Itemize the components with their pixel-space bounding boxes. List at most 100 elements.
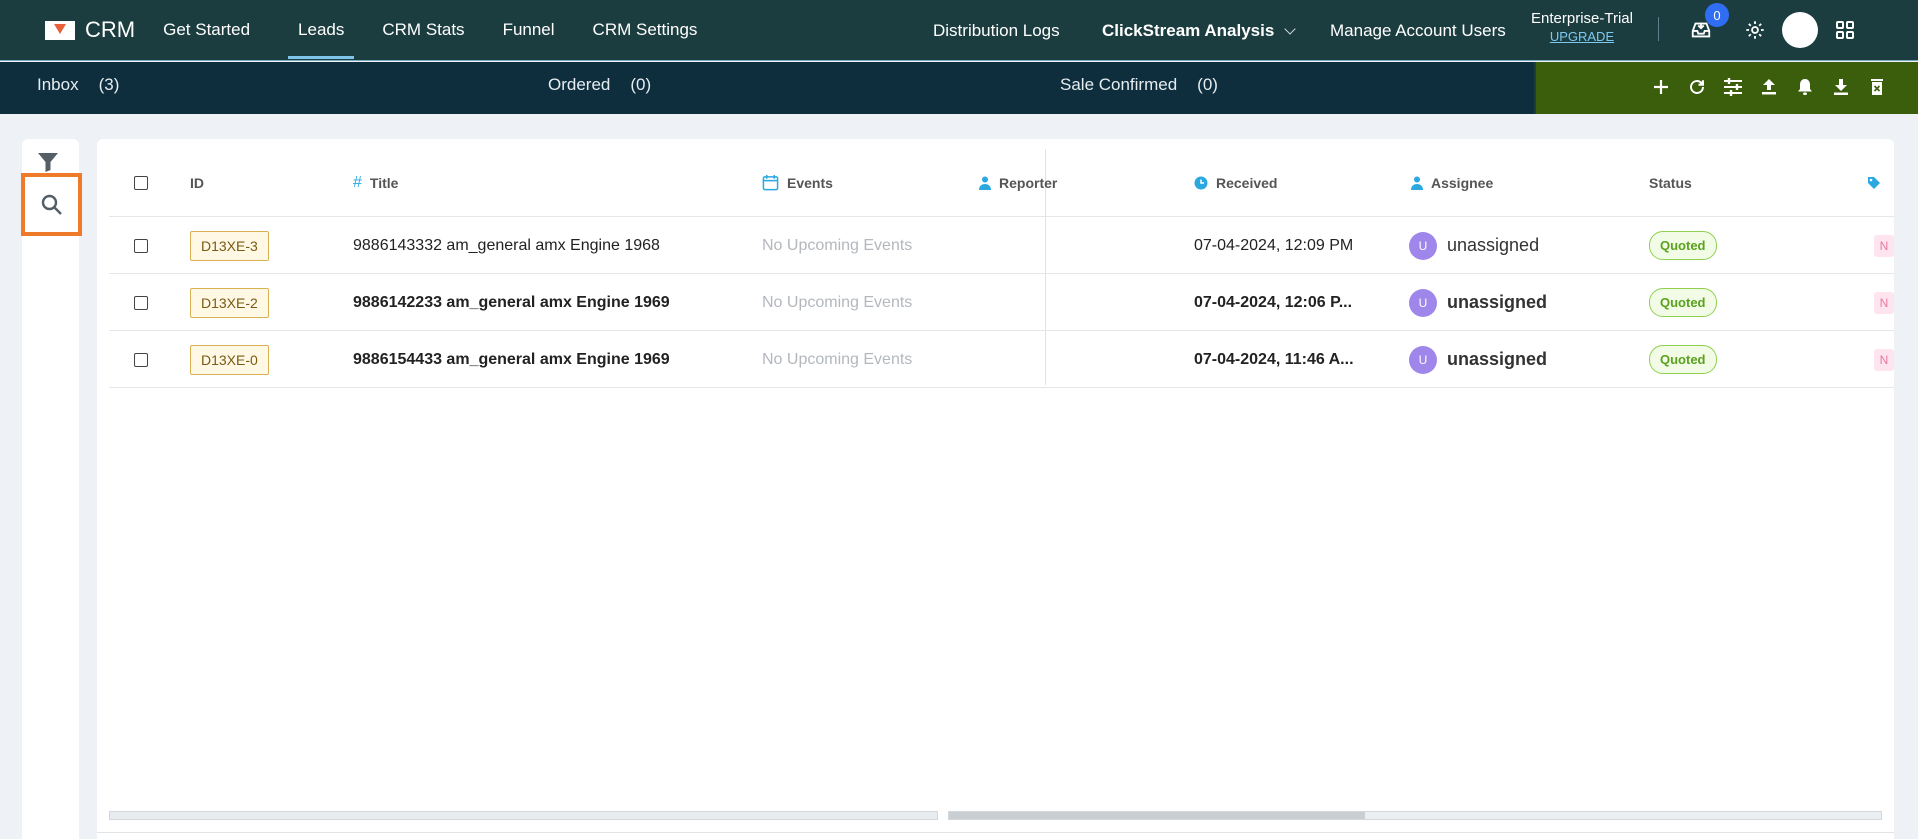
upload-icon[interactable] [1757,75,1781,99]
tab-ordered-count: (0) [630,75,652,94]
tab-sale-confirmed-label: Sale Confirmed [1060,75,1178,94]
right-horizontal-scrollbar[interactable] [948,811,1882,820]
nav-leads[interactable]: Leads [288,0,355,61]
user-avatar[interactable] [1782,12,1818,48]
nav-manage-account-users[interactable]: Manage Account Users [1330,0,1506,61]
row-checkbox[interactable] [134,352,148,367]
header-assignee-label: Assignee [1431,174,1494,191]
tab-inbox-count: (3) [98,75,120,94]
card-footer-divider [97,832,1894,833]
gear-icon[interactable] [1742,17,1768,43]
logo-icon [45,20,75,40]
app-logo[interactable]: CRM [45,17,135,43]
hash-icon: # [353,173,362,191]
status-badge[interactable]: Quoted [1649,231,1717,260]
header-status[interactable]: Status [1649,149,1692,216]
left-tools-panel [21,139,82,839]
logo-text: CRM [85,17,136,42]
person-icon [1411,176,1423,190]
row-checkbox[interactable] [134,295,148,310]
clock-icon [1194,176,1208,189]
sliders-icon[interactable] [1721,75,1745,99]
nav-distribution-logs[interactable]: Distribution Logs [933,0,1060,61]
header-received[interactable]: Received [1194,149,1277,216]
select-all-checkbox[interactable] [134,175,148,190]
table-row[interactable]: D13XE-3 9886143332 am_general amx Engine… [109,218,1894,274]
leads-table-card: ID # Title Events Reporter Received Assi… [97,139,1894,839]
plus-icon[interactable] [1649,75,1673,99]
refresh-icon[interactable] [1685,75,1709,99]
table-row[interactable]: D13XE-0 9886154433 am_general amx Engine… [109,332,1894,388]
lead-assignee[interactable]: U unassigned [1409,218,1539,273]
tab-sale-confirmed-count: (0) [1197,75,1218,94]
lead-assignee[interactable]: U unassigned [1409,275,1547,330]
tag-chip: N [1874,348,1894,371]
lead-id-tag[interactable]: D13XE-0 [190,344,269,375]
apps-grid-icon[interactable] [1832,17,1858,43]
scrollbar-thumb[interactable] [949,812,1365,819]
lead-title[interactable]: 9886142233 am_general amx Engine 1969 [353,275,670,330]
lead-received: 07-04-2024, 11:46 A... [1194,350,1354,368]
lead-events: No Upcoming Events [762,236,913,254]
lead-events: No Upcoming Events [762,350,913,368]
bell-icon[interactable] [1793,75,1817,99]
header-events[interactable]: Events [762,149,833,216]
header-assignee[interactable]: Assignee [1411,149,1493,216]
assignee-name: unassigned [1447,235,1540,255]
assignee-avatar: U [1409,345,1437,374]
tag-chip: N [1874,234,1894,257]
lead-title[interactable]: 9886154433 am_general amx Engine 1969 [353,332,670,387]
lead-received: 07-04-2024, 12:09 PM [1194,236,1354,254]
plan-info: Enterprise-Trial UPGRADE [1531,10,1633,46]
assignee-name: unassigned [1447,292,1548,312]
tab-sale-confirmed[interactable]: Sale Confirmed (0) [1060,73,1218,97]
lead-id-tag[interactable]: D13XE-3 [190,230,269,261]
nav-crm-stats[interactable]: CRM Stats [382,0,464,61]
lead-received: 07-04-2024, 12:06 P... [1194,293,1353,311]
person-icon [979,176,991,190]
header-id[interactable]: ID [190,149,204,216]
nav-funnel[interactable]: Funnel [503,0,555,61]
delete-icon[interactable] [1865,75,1889,99]
header-received-label: Received [1216,174,1278,191]
tab-ordered[interactable]: Ordered (0) [548,73,651,97]
chevron-down-icon [1284,22,1296,35]
inbox-badge: 0 [1705,3,1729,27]
tag-icon [1867,149,1881,216]
lead-title[interactable]: 9886143332 am_general amx Engine 1968 [353,218,660,273]
row-checkbox[interactable] [134,238,148,253]
tab-ordered-label: Ordered [548,75,611,94]
clickstream-label: ClickStream Analysis [1102,20,1275,40]
lead-assignee[interactable]: U unassigned [1409,332,1547,387]
status-tabs-bar: Inbox (3) Ordered (0) Sale Confirmed (0) [0,62,1534,114]
tab-inbox[interactable]: Inbox (3) [37,73,119,97]
download-icon[interactable] [1829,75,1853,99]
header-title-label: Title [369,174,399,191]
tab-inbox-label: Inbox [37,75,79,94]
search-button[interactable] [21,173,82,236]
search-icon [41,194,62,215]
tag-chip: N [1874,291,1894,314]
header-reporter-label: Reporter [999,174,1058,191]
nav-get-started[interactable]: Get Started [163,0,250,61]
header-reporter[interactable]: Reporter [979,149,1057,216]
assignee-avatar: U [1409,231,1437,260]
assignee-avatar: U [1409,288,1437,317]
header-events-label: Events [787,174,833,191]
header-title[interactable]: # Title [353,149,398,216]
status-badge[interactable]: Quoted [1649,288,1717,317]
plan-name: Enterprise-Trial [1531,10,1633,27]
lead-events: No Upcoming Events [762,293,913,311]
nav-crm-settings[interactable]: CRM Settings [593,0,698,61]
table-row[interactable]: D13XE-2 9886142233 am_general amx Engine… [109,275,1894,331]
nav-clickstream-analysis[interactable]: ClickStream Analysis [1102,0,1296,61]
calendar-icon [762,174,779,191]
nav-divider [1658,17,1659,41]
left-horizontal-scrollbar[interactable] [109,811,938,820]
table-header: ID # Title Events Reporter Received Assi… [109,149,1894,217]
action-toolbar [1534,62,1918,114]
lead-id-tag[interactable]: D13XE-2 [190,287,269,318]
top-navigation: CRM Get Started Leads CRM Stats Funnel C… [0,0,1918,61]
status-badge[interactable]: Quoted [1649,345,1717,374]
upgrade-link[interactable]: UPGRADE [1531,28,1633,46]
